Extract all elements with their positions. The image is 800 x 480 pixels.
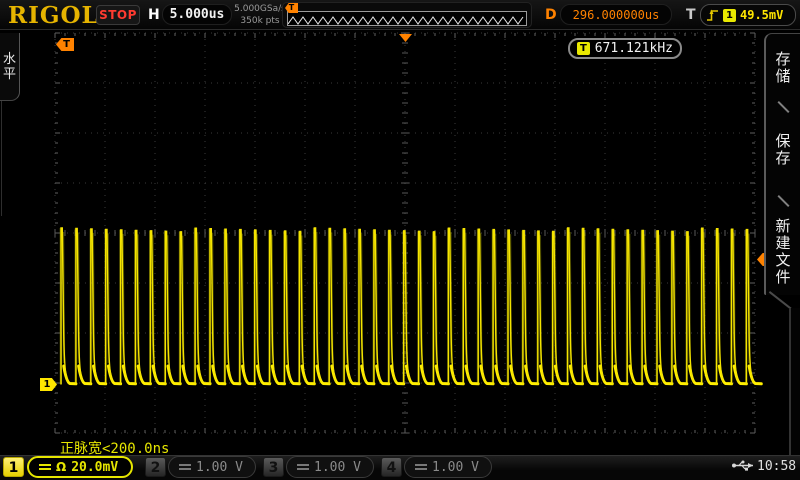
oscilloscope-screen: RIGOL STOP H 5.000us 5.000GSa/s 350k pts…	[0, 0, 800, 480]
frequency-counter: T 671.121kHz	[568, 38, 682, 59]
ch1-scale: 20.0mV	[71, 460, 118, 475]
run-state-indicator[interactable]: STOP	[96, 5, 140, 25]
ch1-badge[interactable]: 1	[3, 457, 24, 477]
preview-zigzag-icon	[288, 14, 526, 27]
left-menu-edge	[1, 101, 2, 216]
ch1-impedance: Ω	[56, 460, 66, 474]
clock: 10:58	[757, 459, 796, 474]
menu-separator	[777, 101, 789, 113]
ch2-dc-coupling-icon	[179, 463, 191, 472]
top-status-bar: RIGOL STOP H 5.000us 5.000GSa/s 350k pts…	[0, 0, 800, 30]
menu-item-new-file[interactable]: 新建文件	[774, 218, 792, 286]
trigger-slope-icon	[707, 8, 719, 22]
acquisition-info: 5.000GSa/s 350k pts	[234, 3, 286, 27]
right-menu-panel: 存储 保存 新建文件	[764, 33, 800, 295]
menu-item-storage[interactable]: 存储	[774, 51, 792, 85]
ch3-badge[interactable]: 3	[263, 457, 284, 477]
sample-rate: 5.000GSa/s	[234, 3, 286, 15]
ch4-badge[interactable]: 4	[381, 457, 402, 477]
ch2-scale: 1.00 V	[196, 460, 243, 475]
usb-icon	[731, 459, 755, 472]
left-menu-tab-horizontal[interactable]: 水平	[0, 33, 20, 101]
left-menu-title: 水平	[3, 52, 17, 82]
ch3-scale: 1.00 V	[314, 460, 361, 475]
trigger-source-badge: 1	[723, 9, 736, 22]
waveform-display	[0, 0, 800, 480]
timebase-readout[interactable]: 5.000us	[162, 4, 232, 25]
rigol-logo: RIGOL	[8, 2, 99, 29]
ch2-settings-box[interactable]: 1.00 V	[168, 456, 256, 478]
ch1-settings-box[interactable]: Ω 20.0mV	[27, 456, 133, 478]
menu-item-save[interactable]: 保存	[774, 133, 792, 167]
ch2-badge[interactable]: 2	[145, 457, 166, 477]
freq-counter-value: 671.121kHz	[595, 41, 673, 56]
trigger-label: T	[686, 7, 696, 23]
ch3-settings-box[interactable]: 1.00 V	[286, 456, 374, 478]
ch1-dc-coupling-icon	[39, 463, 51, 472]
trigger-level-readout: 49.5mV	[740, 8, 783, 22]
right-menu-edge	[789, 308, 800, 455]
memory-depth: 350k pts	[234, 15, 286, 27]
trigger-delay-readout[interactable]: 296.000000us	[560, 4, 672, 25]
freq-counter-source-badge: T	[577, 42, 590, 55]
ch4-settings-box[interactable]: 1.00 V	[404, 456, 492, 478]
delay-label: D	[545, 7, 557, 23]
ch4-dc-coupling-icon	[415, 463, 427, 472]
waveform-preview[interactable]	[287, 11, 527, 26]
trigger-settings-readout[interactable]: 1 49.5mV	[700, 4, 796, 26]
horizontal-label: H	[148, 7, 160, 23]
ch3-dc-coupling-icon	[297, 463, 309, 472]
menu-separator	[777, 195, 789, 207]
ch4-scale: 1.00 V	[432, 460, 479, 475]
